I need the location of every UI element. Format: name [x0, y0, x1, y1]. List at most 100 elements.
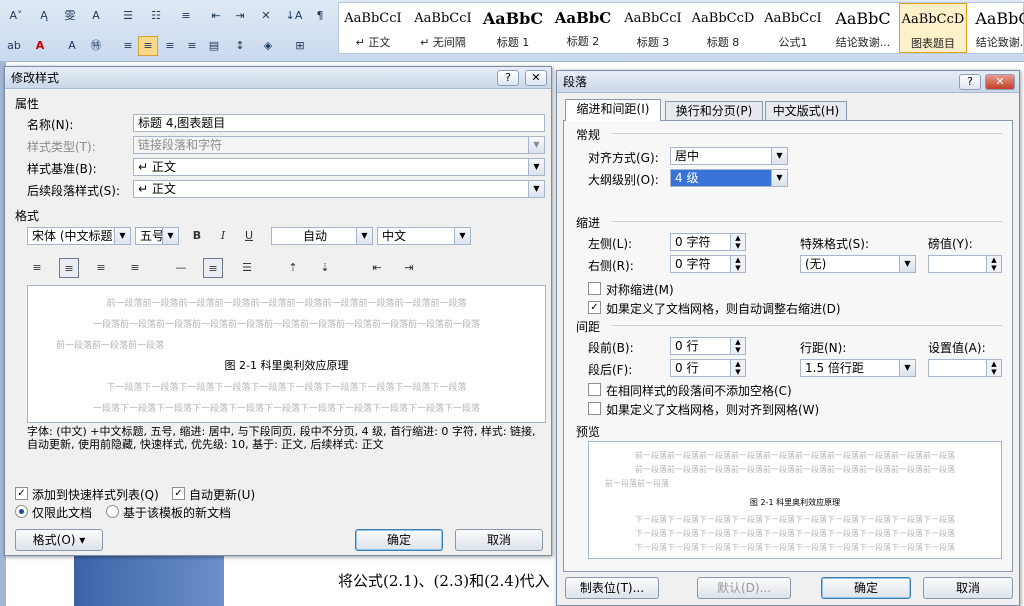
ok-button[interactable]: 确定 [355, 529, 443, 551]
help-icon[interactable]: ? [497, 70, 519, 86]
align-left-icon[interactable]: ≡ [118, 36, 138, 56]
auto-adjust-right-checkbox[interactable]: ✓ [588, 301, 601, 314]
script-select[interactable]: 中文 ▼ [377, 227, 471, 245]
font-color-select[interactable]: 自动 ▼ [271, 227, 373, 245]
chevron-down-icon[interactable]: ▼ [528, 181, 544, 197]
format-menu-button[interactable]: 格式(O) ▾ [15, 529, 103, 551]
line-spacing-icon[interactable]: ↕ [230, 36, 250, 56]
chevron-down-icon[interactable]: ▼ [528, 159, 544, 175]
chevron-down-icon[interactable]: ▼ [162, 228, 178, 244]
chevron-down-icon[interactable]: ▼ [356, 228, 372, 244]
decrease-space-before-icon[interactable]: ⇣ [315, 258, 335, 278]
char-shading-icon[interactable]: A [62, 36, 82, 56]
numbering-icon[interactable]: ☷ [146, 6, 166, 26]
align-center-icon[interactable]: ≡ [138, 36, 158, 56]
new-template-radio[interactable] [106, 505, 119, 518]
double-spacing-icon[interactable]: ☰ [237, 258, 257, 278]
only-this-document-radio[interactable] [15, 505, 28, 518]
style-item-selected[interactable]: AaBbCcD 图表题目 [899, 3, 967, 53]
cancel-button[interactable]: 取消 [923, 577, 1013, 599]
font-select[interactable]: 宋体 (中文标题) ▼ [27, 227, 131, 245]
font-size-down-icon[interactable]: A˅ [6, 6, 26, 26]
decrease-indent-icon[interactable]: ⇤ [206, 6, 226, 26]
align-center-icon[interactable]: ≡ [59, 258, 79, 278]
justify-icon[interactable]: ≡ [125, 258, 145, 278]
align-left-icon[interactable]: ≡ [27, 258, 47, 278]
style-item[interactable]: AaBbCcI ↵ 无间隔 [409, 3, 477, 53]
spacing-before-spinner[interactable]: 0 行 ▲ ▼ [670, 337, 746, 355]
name-input[interactable]: 标题 4,图表题目 [133, 114, 545, 132]
special-select[interactable]: (无) ▼ [800, 255, 916, 273]
snap-to-grid-checkbox[interactable] [588, 402, 601, 415]
style-item[interactable]: AaBbCcI 公式1 [759, 3, 827, 53]
show-marks-icon[interactable]: ¶ [310, 6, 330, 26]
spinner-arrows-icon[interactable]: ▲ ▼ [730, 234, 745, 250]
at-spinner[interactable]: ▲ ▼ [928, 359, 1002, 377]
char-border-icon[interactable]: A [86, 6, 106, 26]
spacing-after-spinner[interactable]: 0 行 ▲ ▼ [670, 359, 746, 377]
bold-button[interactable]: B [187, 226, 207, 246]
chevron-down-icon[interactable]: ▼ [771, 148, 787, 164]
style-item[interactable]: AaBbC 结论致谢... [969, 3, 1024, 53]
right-indent-spinner[interactable]: 0 字符 ▲ ▼ [670, 255, 746, 273]
chevron-down-icon[interactable]: ▼ [114, 228, 130, 244]
one-half-spacing-icon[interactable]: ≡ [203, 258, 223, 278]
sort-icon[interactable]: ↓A [284, 6, 304, 26]
add-quick-style-checkbox[interactable]: ✓ [15, 487, 28, 500]
outline-level-select[interactable]: 4 级 ▼ [670, 169, 788, 187]
auto-update-checkbox[interactable]: ✓ [172, 487, 185, 500]
set-default-button[interactable]: 默认(D)... [697, 577, 791, 599]
phonetic-guide-icon[interactable]: 雯 [60, 6, 80, 26]
align-right-icon[interactable]: ≡ [160, 36, 180, 56]
tab-indents-spacing[interactable]: 缩进和间距(I) [565, 99, 661, 121]
style-item[interactable]: AaBbC 标题 1 [479, 3, 547, 53]
shading-icon[interactable]: ◈ [258, 36, 278, 56]
chevron-down-icon[interactable]: ▼ [899, 360, 915, 376]
close-icon[interactable]: ✕ [985, 74, 1015, 90]
help-icon[interactable]: ? [959, 74, 981, 90]
line-spacing-select[interactable]: 1.5 倍行距 ▼ [800, 359, 916, 377]
chevron-down-icon[interactable]: ▼ [771, 170, 787, 186]
alignment-select[interactable]: 居中 ▼ [670, 147, 788, 165]
align-right-icon[interactable]: ≡ [91, 258, 111, 278]
tab-asian-typography[interactable]: 中文版式(H) [765, 101, 847, 121]
size-select[interactable]: 五号 ▼ [135, 227, 179, 245]
bullets-icon[interactable]: ☰ [118, 6, 138, 26]
italic-button[interactable]: I [213, 226, 233, 246]
increase-indent-icon[interactable]: ⇥ [230, 6, 250, 26]
left-indent-spinner[interactable]: 0 字符 ▲ ▼ [670, 233, 746, 251]
chinese-layout-icon[interactable]: ✕ [256, 6, 276, 26]
style-item[interactable]: AaBbC 标题 2 [549, 3, 617, 53]
style-item[interactable]: AaBbCcI 标题 3 [619, 3, 687, 53]
increase-space-before-icon[interactable]: ⇡ [283, 258, 303, 278]
font-color-icon[interactable]: A [30, 36, 50, 56]
distributed-icon[interactable]: ▤ [204, 36, 224, 56]
style-item[interactable]: AaBbCcD 标题 8 [689, 3, 757, 53]
spinner-arrows-icon[interactable]: ▲ ▼ [730, 256, 745, 272]
chevron-down-icon[interactable]: ▼ [899, 256, 915, 272]
spinner-arrows-icon[interactable]: ▲ ▼ [730, 338, 745, 354]
style-item[interactable]: AaBbCcI ↵ 正文 [339, 3, 407, 53]
decrease-indent-icon[interactable]: ⇤ [367, 258, 387, 278]
borders-icon[interactable]: ⊞ [290, 36, 310, 56]
spinner-arrows-icon[interactable]: ▲ ▼ [986, 360, 1001, 376]
ok-button[interactable]: 确定 [821, 577, 911, 599]
by-spinner[interactable]: ▲ ▼ [928, 255, 1002, 273]
close-icon[interactable]: ✕ [525, 70, 547, 86]
chevron-down-icon[interactable]: ▼ [454, 228, 470, 244]
no-space-same-style-checkbox[interactable] [588, 383, 601, 396]
spinner-arrows-icon[interactable]: ▲ ▼ [986, 256, 1001, 272]
tabs-button[interactable]: 制表位(T)... [565, 577, 659, 599]
tab-line-page-breaks[interactable]: 换行和分页(P) [665, 101, 763, 121]
underline-button[interactable]: U [239, 226, 259, 246]
following-style-select[interactable]: ↵ 正文 ▼ [133, 180, 545, 198]
increase-indent-icon[interactable]: ⇥ [399, 258, 419, 278]
enclose-char-icon[interactable]: ㊕ [86, 36, 106, 56]
highlight-icon[interactable]: ab [4, 36, 24, 56]
justify-icon[interactable]: ≡ [182, 36, 202, 56]
mirror-indents-checkbox[interactable] [588, 282, 601, 295]
style-item[interactable]: AaBbC 结论致谢... [829, 3, 897, 53]
cancel-button[interactable]: 取消 [455, 529, 543, 551]
single-spacing-icon[interactable]: — [171, 258, 191, 278]
multilevel-list-icon[interactable]: ≡ [176, 6, 196, 26]
